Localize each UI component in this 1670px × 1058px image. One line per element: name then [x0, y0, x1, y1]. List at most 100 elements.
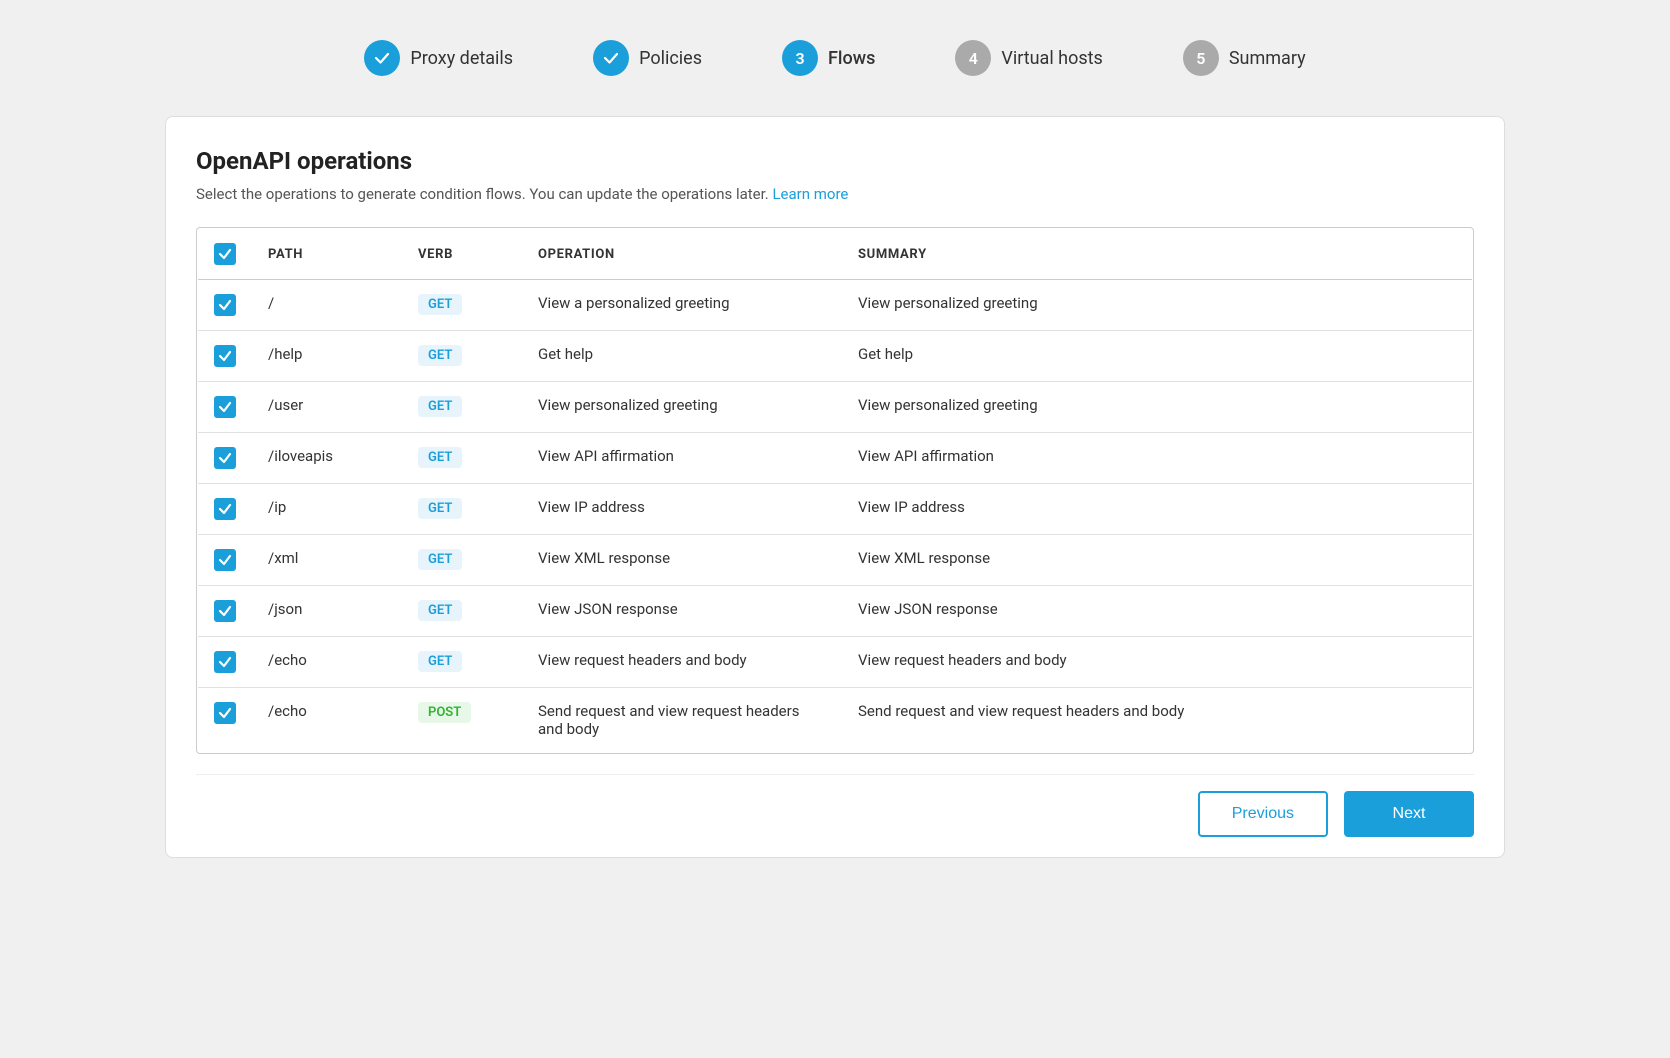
row-checkbox-0[interactable]: [214, 294, 236, 316]
col-header-summary: SUMMARY: [842, 229, 1473, 280]
step-flows[interactable]: 3Flows: [782, 40, 875, 76]
row-summary-6: View JSON response: [842, 586, 1473, 637]
operations-table: PATH VERB OPERATION SUMMARY / GET View a p…: [197, 228, 1473, 753]
row-checkbox-5[interactable]: [214, 549, 236, 571]
next-button[interactable]: Next: [1344, 791, 1474, 837]
col-header-path: PATH: [252, 229, 402, 280]
row-verb-8: POST: [402, 688, 522, 753]
card-title: OpenAPI operations: [196, 147, 1474, 175]
row-operation-8: Send request and view request headers an…: [522, 688, 842, 753]
step-label-policies: Policies: [639, 48, 702, 69]
row-operation-3: View API affirmation: [522, 433, 842, 484]
row-operation-2: View personalized greeting: [522, 382, 842, 433]
verb-badge-0: GET: [418, 294, 462, 315]
row-path-6: /json: [252, 586, 402, 637]
table-row: / GET View a personalized greetingView per…: [198, 280, 1473, 331]
row-checkbox-8[interactable]: [214, 702, 236, 724]
table-row: /user GET View personalized greetingView p…: [198, 382, 1473, 433]
step-circle-flows: 3: [782, 40, 818, 76]
row-checkbox-4[interactable]: [214, 498, 236, 520]
card-subtitle: Select the operations to generate condit…: [196, 185, 1474, 203]
row-summary-1: Get help: [842, 331, 1473, 382]
select-all-checkbox[interactable]: [214, 243, 236, 265]
verb-badge-3: GET: [418, 447, 462, 468]
row-summary-8: Send request and view request headers an…: [842, 688, 1473, 753]
table-header-row: PATH VERB OPERATION SUMMARY: [198, 229, 1473, 280]
step-summary[interactable]: 5 Summary: [1183, 40, 1306, 76]
row-checkbox-2[interactable]: [214, 396, 236, 418]
table-row: /echo POST Send request and view request h…: [198, 688, 1473, 753]
row-checkbox-cell-2: [198, 382, 253, 433]
verb-badge-5: GET: [418, 549, 462, 570]
previous-button[interactable]: Previous: [1198, 791, 1328, 837]
row-summary-0: View personalized greeting: [842, 280, 1473, 331]
row-verb-0: GET: [402, 280, 522, 331]
step-circle-proxy-details: [364, 40, 400, 76]
card-footer: Previous Next: [196, 774, 1474, 837]
step-circle-summary: 5: [1183, 40, 1219, 76]
row-summary-4: View IP address: [842, 484, 1473, 535]
table-row: /echo GET View request headers and bodyVie…: [198, 637, 1473, 688]
row-checkbox-7[interactable]: [214, 651, 236, 673]
verb-badge-4: GET: [418, 498, 462, 519]
table-row: /ip GET View IP addressView IP address: [198, 484, 1473, 535]
row-operation-1: Get help: [522, 331, 842, 382]
row-summary-5: View XML response: [842, 535, 1473, 586]
row-checkbox-cell-0: [198, 280, 253, 331]
col-header-checkbox: [198, 229, 253, 280]
row-path-0: /: [252, 280, 402, 331]
row-operation-0: View a personalized greeting: [522, 280, 842, 331]
row-summary-7: View request headers and body: [842, 637, 1473, 688]
verb-badge-6: GET: [418, 600, 462, 621]
step-circle-policies: [593, 40, 629, 76]
row-verb-5: GET: [402, 535, 522, 586]
table-body: /GETView a personalized greetingView per…: [198, 280, 1473, 753]
step-label-virtual-hosts: Virtual hosts: [1001, 48, 1102, 69]
row-checkbox-cell-7: [198, 637, 253, 688]
row-verb-1: GET: [402, 331, 522, 382]
row-operation-7: View request headers and body: [522, 637, 842, 688]
row-checkbox-1[interactable]: [214, 345, 236, 367]
row-verb-6: GET: [402, 586, 522, 637]
row-operation-5: View XML response: [522, 535, 842, 586]
table-row: /jsonGETView JSON responseView JSON resp…: [198, 586, 1473, 637]
col-header-verb: VERB: [402, 229, 522, 280]
row-path-7: /echo: [252, 637, 402, 688]
table-row: /help GET Get helpGet help: [198, 331, 1473, 382]
row-verb-2: GET: [402, 382, 522, 433]
stepper: Proxy details Policies 3Flows 4Virtual host…: [0, 20, 1670, 96]
col-header-operation: OPERATION: [522, 229, 842, 280]
row-checkbox-cell-8: [198, 688, 253, 753]
step-virtual-hosts[interactable]: 4Virtual hosts: [955, 40, 1102, 76]
row-checkbox-cell-1: [198, 331, 253, 382]
row-checkbox-cell-6: [198, 586, 253, 637]
step-label-proxy-details: Proxy details: [410, 48, 513, 69]
table-wrapper: PATH VERB OPERATION SUMMARY / GET View a p…: [196, 227, 1474, 754]
row-path-3: /iloveapis: [252, 433, 402, 484]
row-checkbox-cell-5: [198, 535, 253, 586]
step-proxy-details[interactable]: Proxy details: [364, 40, 513, 76]
step-policies[interactable]: Policies: [593, 40, 702, 76]
main-card: OpenAPI operations Select the operations…: [165, 116, 1505, 858]
row-verb-3: GET: [402, 433, 522, 484]
row-path-2: /user: [252, 382, 402, 433]
row-checkbox-cell-3: [198, 433, 253, 484]
card-subtitle-text: Select the operations to generate condit…: [196, 185, 772, 203]
row-summary-3: View API affirmation: [842, 433, 1473, 484]
row-operation-4: View IP address: [522, 484, 842, 535]
verb-badge-7: GET: [418, 651, 462, 672]
row-checkbox-6[interactable]: [214, 600, 236, 622]
row-verb-7: GET: [402, 637, 522, 688]
verb-badge-2: GET: [418, 396, 462, 417]
row-path-4: /ip: [252, 484, 402, 535]
row-verb-4: GET: [402, 484, 522, 535]
step-label-summary: Summary: [1229, 48, 1306, 69]
row-summary-2: View personalized greeting: [842, 382, 1473, 433]
verb-badge-8: POST: [418, 702, 471, 723]
row-path-5: /xml: [252, 535, 402, 586]
verb-badge-1: GET: [418, 345, 462, 366]
row-checkbox-3[interactable]: [214, 447, 236, 469]
row-path-8: /echo: [252, 688, 402, 753]
row-path-1: /help: [252, 331, 402, 382]
learn-more-link[interactable]: Learn more: [772, 185, 848, 203]
